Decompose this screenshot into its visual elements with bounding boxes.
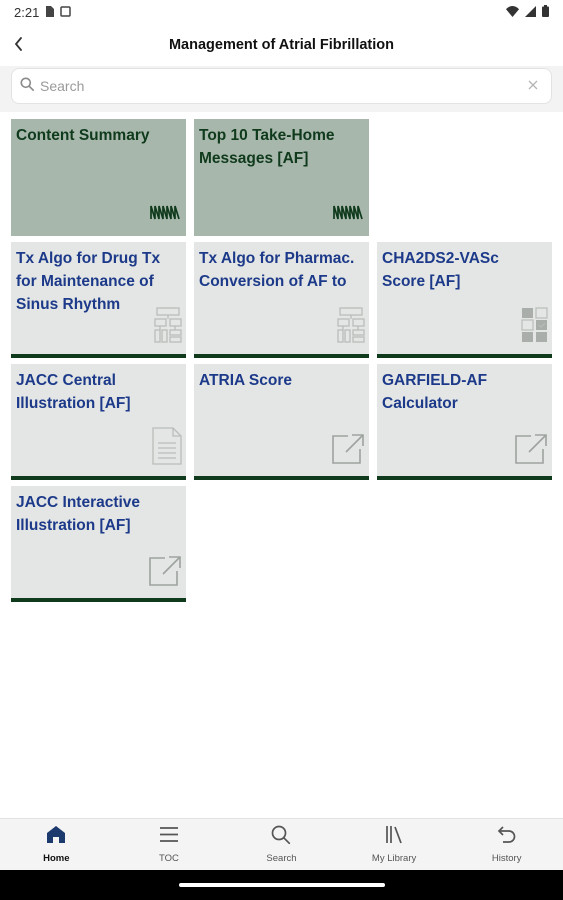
nav-home[interactable]: Home xyxy=(0,819,113,870)
nav-history[interactable]: History xyxy=(450,819,563,870)
back-button[interactable] xyxy=(4,32,32,60)
tile-jacc-interactive-illustration[interactable]: JACC Interactive Illustration [AF] xyxy=(11,486,186,602)
calculator-grid-icon xyxy=(521,307,548,348)
home-icon xyxy=(46,825,66,849)
system-gesture-bar xyxy=(0,870,563,900)
wifi-icon xyxy=(506,5,519,20)
tile-label: GARFIELD-AF Calculator xyxy=(382,372,488,412)
external-link-icon xyxy=(514,433,548,470)
search-area xyxy=(0,66,563,112)
status-time: 2:21 xyxy=(14,4,40,20)
tile-label: Tx Algo for Pharmac. Conversion of AF to xyxy=(199,250,355,290)
library-icon xyxy=(384,825,404,849)
waveform-icon xyxy=(150,203,182,226)
menu-icon xyxy=(159,825,179,849)
tile-label: Content Summary xyxy=(16,127,150,144)
nav-my-library[interactable]: My Library xyxy=(338,819,451,870)
tile-jacc-central-illustration[interactable]: JACC Central Illustration [AF] xyxy=(11,364,186,480)
tile-label: Tx Algo for Drug Tx for Maintenance of S… xyxy=(16,250,161,313)
external-link-icon xyxy=(148,555,182,592)
battery-icon xyxy=(542,4,549,20)
nav-label: My Library xyxy=(371,853,417,864)
search-bar[interactable] xyxy=(11,68,552,104)
nav-toc[interactable]: TOC xyxy=(113,819,226,870)
tile-label: Top 10 Take-Home Messages [AF] xyxy=(199,127,335,167)
status-bar: 2:21 xyxy=(0,0,563,24)
chevron-left-icon xyxy=(13,36,23,57)
tile-tx-algo-maintenance[interactable]: Tx Algo for Drug Tx for Maintenance of S… xyxy=(11,242,186,358)
tile-garfield-af[interactable]: GARFIELD-AF Calculator xyxy=(377,364,552,480)
app-bar: Management of Atrial Fibrillation xyxy=(0,24,563,66)
bottom-navigation: Home TOC Search My Library History xyxy=(0,818,563,870)
tile-label: ATRIA Score xyxy=(199,372,293,389)
tile-tx-algo-conversion[interactable]: Tx Algo for Pharmac. Conversion of AF to xyxy=(194,242,369,358)
home-gesture-handle[interactable] xyxy=(179,883,385,887)
flowchart-icon xyxy=(337,307,365,348)
tile-content-summary[interactable]: Content Summary xyxy=(11,119,186,236)
signal-icon xyxy=(525,5,536,20)
waveform-icon xyxy=(333,203,365,226)
nav-search[interactable]: Search xyxy=(225,819,338,870)
nav-label: TOC xyxy=(158,853,179,864)
nav-label: History xyxy=(491,853,522,864)
document-icon xyxy=(152,427,182,470)
close-icon xyxy=(528,77,538,95)
tile-label: CHA2DS2-VASc Score [AF] xyxy=(382,250,499,290)
clear-search-button[interactable] xyxy=(523,76,543,96)
flowchart-icon xyxy=(154,307,182,348)
nav-label: Home xyxy=(43,853,70,864)
sim-icon xyxy=(45,5,55,20)
page-title: Management of Atrial Fibrillation xyxy=(168,37,395,53)
search-icon xyxy=(271,825,291,849)
status-left: 2:21 xyxy=(14,4,72,20)
undo-icon xyxy=(497,825,517,849)
search-icon xyxy=(20,77,34,96)
external-link-icon xyxy=(331,433,365,470)
search-input[interactable] xyxy=(40,78,523,94)
tile-label: JACC Central Illustration [AF] xyxy=(16,372,131,412)
tile-atria-score[interactable]: ATRIA Score xyxy=(194,364,369,480)
nav-label: Search xyxy=(266,853,297,864)
status-right xyxy=(506,4,549,20)
tile-label: JACC Interactive Illustration [AF] xyxy=(16,494,141,534)
screenshot-icon xyxy=(60,5,72,20)
tile-cha2ds2-vasc[interactable]: CHA2DS2-VASc Score [AF] xyxy=(377,242,552,358)
tile-take-home-messages[interactable]: Top 10 Take-Home Messages [AF] xyxy=(194,119,369,236)
